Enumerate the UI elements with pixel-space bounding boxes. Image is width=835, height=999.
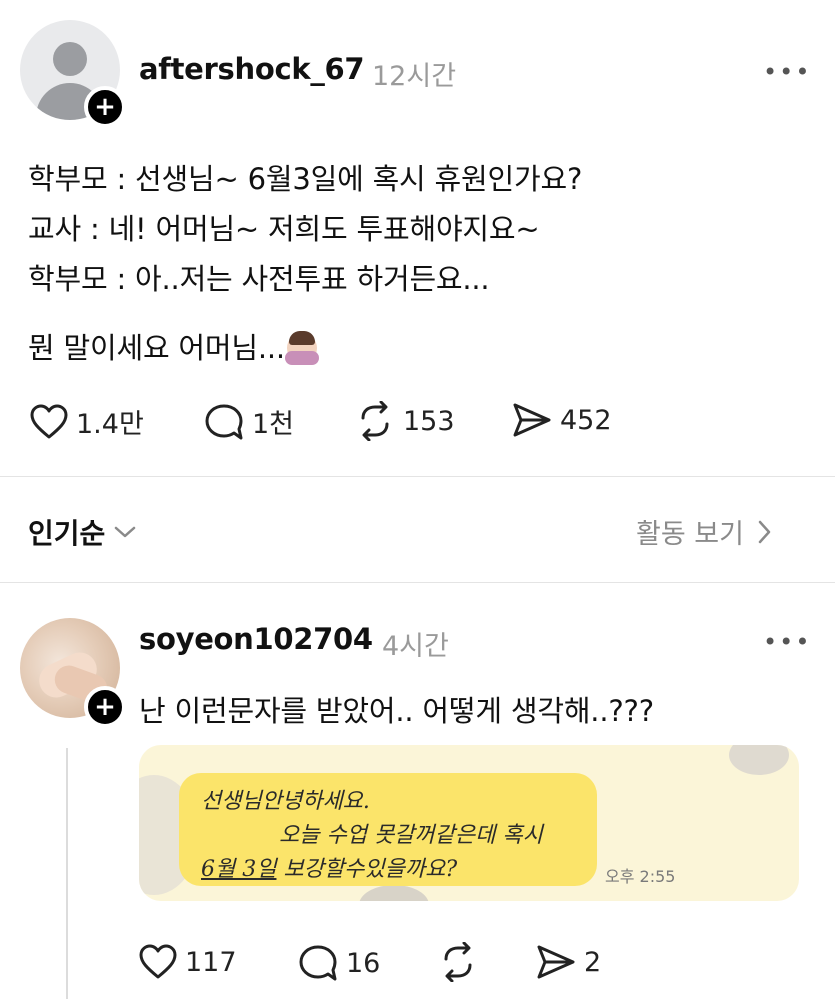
heart-icon [30,404,68,438]
comment-like-count: 117 [185,946,237,978]
comment-count: 1천 [252,409,295,440]
share-count: 452 [560,404,612,436]
comment-text: 난 이런문자를 받았어.. 어떻게 생각해..??? [139,694,654,728]
follow-button[interactable]: + [84,686,126,728]
comment-more-button[interactable]: ••• [763,628,811,656]
message-line: 6월 3일 보강할수있을까요? [201,851,457,883]
message-time: 오후 2:55 [605,867,676,886]
comment-action[interactable]: 1천 [204,402,294,441]
divider [0,582,835,583]
comment-timestamp: 4시간 [382,631,449,662]
image-blur [729,745,789,775]
post-more-button[interactable]: ••• [763,58,811,86]
comment-reply-count: 16 [346,947,381,979]
repost-count: 153 [403,405,455,437]
post-text-line-last: 뭔 말이세요 어머님... [28,325,319,367]
comment-reply-action[interactable]: 16 [298,944,380,982]
chevron-right-icon [758,520,771,543]
view-activity-link[interactable]: 활동 보기 [636,512,774,551]
heart-icon [139,944,177,979]
facepalm-emoji-icon [284,331,319,365]
repost-icon [361,401,389,441]
divider [0,476,835,477]
post-text-line: 교사 : 네! 어머님~ 저희도 투표해야지요~ [28,212,540,246]
view-activity-label: 활동 보기 [636,519,744,550]
comment-repost-action[interactable] [438,942,486,982]
attached-image[interactable]: 선생님안녕하세요. 오늘 수업 못갈꺼같은데 혹시 6월 3일 보강할수있을까요… [139,745,799,901]
comment-username[interactable]: soyeon102704 [139,622,373,656]
post-timestamp: 12시간 [372,61,457,92]
post-text-line: 학부모 : 아..저는 사전투표 하거든요... [28,262,490,296]
post-username[interactable]: aftershock_67 [139,52,365,86]
comment-share-action[interactable]: 2 [536,944,601,980]
avatar-head [53,42,87,76]
share-action[interactable]: 452 [512,402,612,438]
follow-button[interactable]: + [84,86,126,128]
post-text: 뭔 말이세요 어머님... [28,331,285,365]
like-action[interactable]: 1.4만 [30,402,144,441]
comment-like-action[interactable]: 117 [139,944,237,980]
send-icon [537,945,575,979]
repost-action[interactable]: 153 [355,401,455,441]
message-line: 선생님안녕하세요. [201,789,370,814]
sort-label: 인기순 [28,517,106,550]
send-icon [513,403,551,437]
message-line: 오늘 수업 못갈꺼같은데 혹시 [279,823,543,848]
comment-share-count: 2 [584,946,602,978]
message-date: 6월 3일 [201,857,277,882]
message-bubble: 선생님안녕하세요. 오늘 수업 못갈꺼같은데 혹시 6월 3일 보강할수있을까요… [179,773,597,886]
thread-line [66,748,68,999]
sort-dropdown[interactable]: 인기순 [28,512,137,552]
message-text: 보강할수있을까요? [276,857,458,882]
post-text-line: 학부모 : 선생님~ 6월3일에 혹시 휴원인가요? [28,162,583,196]
comment-bubble-icon [205,404,243,439]
like-count: 1.4만 [76,409,144,440]
repost-icon [444,942,472,982]
chevron-down-icon [115,526,136,538]
image-blur [359,885,429,901]
comment-bubble-icon [299,945,337,981]
